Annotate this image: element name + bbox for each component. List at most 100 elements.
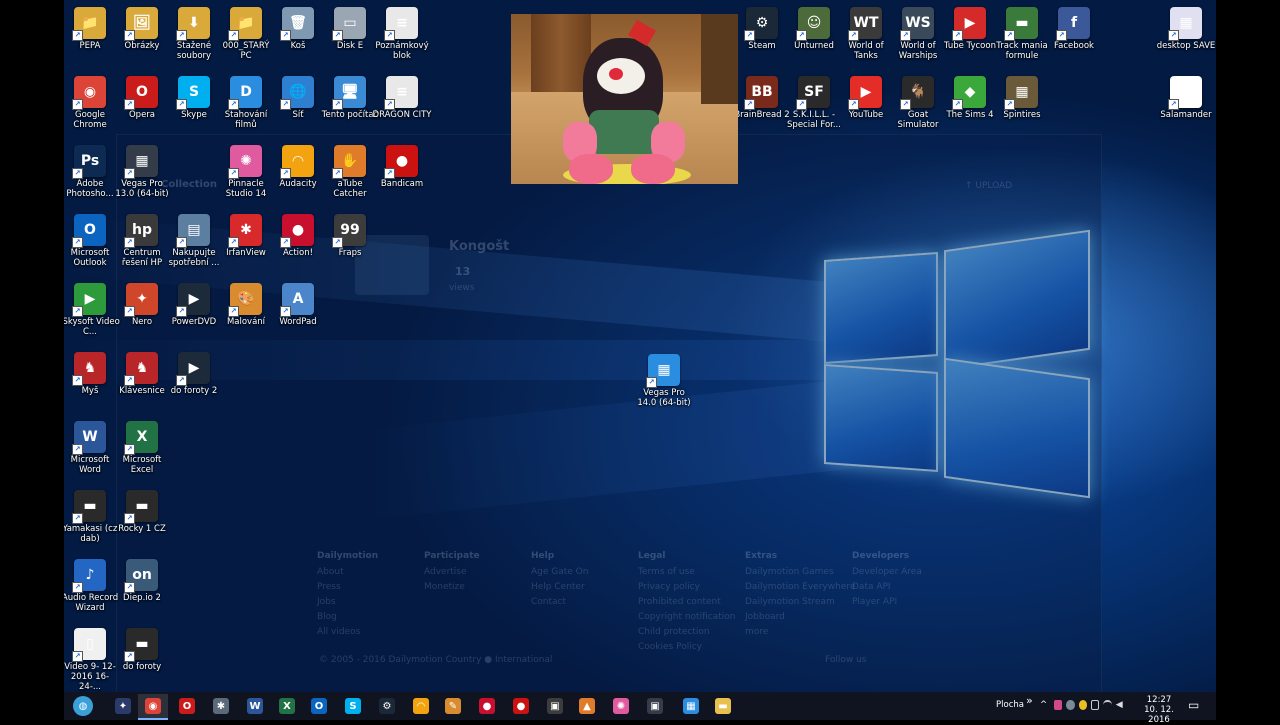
desktop-icon[interactable]: SF ↗ S.K.I.L.L. - Special For...: [784, 72, 844, 130]
wifi-icon[interactable]: [1103, 700, 1112, 710]
taskbar-opera-button[interactable]: O: [172, 694, 202, 718]
desktop-icon[interactable]: ● ↗ Bandicam: [372, 141, 432, 189]
tray-overflow-button[interactable]: ^: [1040, 700, 1047, 710]
desktop-icon[interactable]: ▶ ↗ PowerDVD: [164, 279, 224, 327]
desktop-icon[interactable]: ▦ ↗ desktop SAVE: [1156, 3, 1216, 51]
desktop-icon[interactable]: hp ↗ Centrum řešení HP: [112, 210, 172, 268]
taskbar-word-button[interactable]: W: [240, 694, 270, 718]
volume-icon[interactable]: ◀: [1116, 700, 1124, 710]
desktop-icon[interactable]: ⚙ ↗ Steam: [732, 3, 792, 51]
desktop-icon[interactable]: 🖥 ↗ Tento počítač: [320, 72, 380, 120]
desktop-icon[interactable]: ▤ ↗ Nakupujte spotřební ...: [164, 210, 224, 268]
paint-icon: ✎: [445, 698, 461, 714]
desktop-icon[interactable]: X ↗ Microsoft Excel: [112, 417, 172, 475]
desktop-icon[interactable]: ▦ ↗ Spintires: [992, 72, 1052, 120]
taskbar-outlook-button[interactable]: O: [304, 694, 334, 718]
cabinet: [701, 14, 738, 104]
tray-icons: ◀: [1054, 700, 1124, 712]
icon-glyph: ●: [291, 222, 305, 238]
desktop-icon[interactable]: ▭ ↗ Disk E: [320, 3, 380, 51]
taskbar-explorer-button[interactable]: ▬: [708, 694, 738, 718]
desktop-icon[interactable]: BB ↗ BrainBread 2: [732, 72, 792, 120]
desktop-icon[interactable]: ◆ ↗ The Sims 4: [940, 72, 1000, 120]
icon-label: Action!: [282, 248, 314, 258]
taskbar-bat-button[interactable]: ✦: [108, 694, 138, 718]
taskbar-action-button[interactable]: ●: [472, 694, 502, 718]
desktop-icon[interactable]: 🌐 ↗ Síť: [268, 72, 328, 120]
icon-glyph: ☺: [806, 15, 822, 31]
shortcut-arrow-icon: ↗: [72, 306, 83, 317]
tool-icon: ✱: [213, 698, 229, 714]
taskbar-vegas-button[interactable]: ▦: [676, 694, 706, 718]
desktop-icon[interactable]: 📁 ↗ 000_STARÝ PC: [216, 3, 276, 61]
desktop-icon[interactable]: ▶ ↗ do foroty 2: [164, 348, 224, 396]
desktop-icon[interactable]: ☺ ↗ Unturned: [784, 3, 844, 51]
taskbar-tool-button[interactable]: ✱: [206, 694, 236, 718]
taskbar-fraps-button[interactable]: ▣: [540, 694, 570, 718]
battery-icon[interactable]: [1090, 700, 1100, 710]
desktop-icon[interactable]: on ↗ Diep.io 2: [112, 555, 172, 603]
taskbar-fire-button[interactable]: ▲: [572, 694, 602, 718]
tray-app-icon[interactable]: [1066, 700, 1075, 710]
icon-glyph: ⬇: [188, 15, 200, 31]
taskbar-pinnacle-button[interactable]: ✺: [606, 694, 636, 718]
desktop-icon[interactable]: O ↗ Opera: [112, 72, 172, 120]
icon-glyph: ≡: [396, 84, 408, 100]
app-icon: ≡ ↗: [384, 7, 418, 41]
desktop-icon[interactable]: ⬇ ↗ Stažené soubory: [164, 3, 224, 61]
start-button[interactable]: ◍: [68, 694, 98, 718]
clock-time: 12:27: [1146, 695, 1172, 705]
taskbar-excel-button[interactable]: X: [272, 694, 302, 718]
desktop-icon[interactable]: ✋ ↗ aTube Catcher: [320, 141, 380, 199]
desktop-icon[interactable]: ✱ ↗ IrfanView: [216, 210, 276, 258]
vegas-pro-14-icon-floating[interactable]: ▦ ↗ Vegas Pro 14.0 (64-bit): [633, 350, 695, 408]
desktop-icon[interactable]: S ↗ Skype: [164, 72, 224, 120]
desktop-icon[interactable]: A ↗ WordPad: [268, 279, 328, 327]
desktop-icon[interactable]: WS ↗ World of Warships: [888, 3, 948, 61]
notifications-icon[interactable]: ▭: [1188, 698, 1199, 712]
taskbar-steam-button[interactable]: ⚙: [372, 694, 402, 718]
desktop-icon[interactable]: ◠ ↗ Audacity: [268, 141, 328, 189]
mole-nose: [609, 68, 623, 80]
shortcut-arrow-icon: ↗: [280, 99, 291, 110]
desktop-icon[interactable]: ▬ ↗ Rocky 1 CZ: [112, 486, 172, 534]
desktop-icon[interactable]: 99 ↗ Fraps: [320, 210, 380, 258]
shortcut-arrow-icon: ↗: [124, 651, 135, 662]
desktop-icon[interactable]: ✦ ↗ Salamander: [1156, 72, 1216, 120]
taskbar-chrome-button[interactable]: ◉: [138, 694, 168, 720]
icon-label: Spintires: [1003, 110, 1041, 120]
webcam-video-overlay[interactable]: [511, 14, 738, 184]
desktop-icon[interactable]: D ↗ Stahování filmů: [216, 72, 276, 130]
clock[interactable]: 12:27 10. 12. 2016: [1132, 695, 1186, 725]
desktop-icon[interactable]: 🗑 ↗ Koš: [268, 3, 328, 51]
taskbar-paint-button[interactable]: ✎: [438, 694, 468, 718]
taskbar-film-button[interactable]: ▣: [640, 694, 670, 718]
taskbar-skype-button[interactable]: S: [338, 694, 368, 718]
desktop-toolbar-label[interactable]: Plocha: [996, 700, 1024, 710]
desktop-icon[interactable]: ≡ ↗ Poznámkový blok: [372, 3, 432, 61]
desktop-icon[interactable]: WT ↗ World of Tanks: [836, 3, 896, 61]
taskbar-bandicam-button[interactable]: ●: [506, 694, 536, 718]
taskbar-audacity-button[interactable]: ◠: [406, 694, 436, 718]
tray-app-icon[interactable]: [1078, 700, 1087, 710]
icon-label: Microsoft Excel: [122, 455, 162, 475]
desktop-icon[interactable]: ✺ ↗ Pinnacle Studio 14: [216, 141, 276, 199]
desktop-icon[interactable]: ▬ ↗ Track mania formule: [992, 3, 1052, 61]
desktop-icon[interactable]: ✦ ↗ Nero: [112, 279, 172, 327]
desktop-icon[interactable]: ≡ ↗ DRAGON CITY: [372, 72, 432, 120]
desktop-icon[interactable]: ♞ ↗ Klávesnice: [112, 348, 172, 396]
tray-app-icon[interactable]: [1054, 700, 1063, 710]
toolbar-chevron[interactable]: »: [1026, 694, 1033, 707]
desktop-icon[interactable]: ▦ ↗ Vegas Pro 13.0 (64-bit): [112, 141, 172, 199]
icon-label: Pinnacle Studio 14: [225, 179, 267, 199]
desktop-icon[interactable]: ▶ ↗ YouTube: [836, 72, 896, 120]
desktop-icon[interactable]: f ↗ Facebook: [1044, 3, 1104, 51]
desktop-icon[interactable]: ▶ ↗ Tube Tycoon: [940, 3, 1000, 51]
desktop-icon[interactable]: 🖼 ↗ Obrázky: [112, 3, 172, 51]
app-icon: 🖥 ↗: [332, 76, 366, 110]
desktop-icon[interactable]: 🎨 ↗ Malování: [216, 279, 276, 327]
app-icon: ● ↗: [384, 145, 418, 179]
desktop-icon[interactable]: ▬ ↗ do foroty: [112, 624, 172, 672]
desktop-icon[interactable]: ● ↗ Action!: [268, 210, 328, 258]
desktop-icon[interactable]: 🐐 ↗ Goat Simulator: [888, 72, 948, 130]
